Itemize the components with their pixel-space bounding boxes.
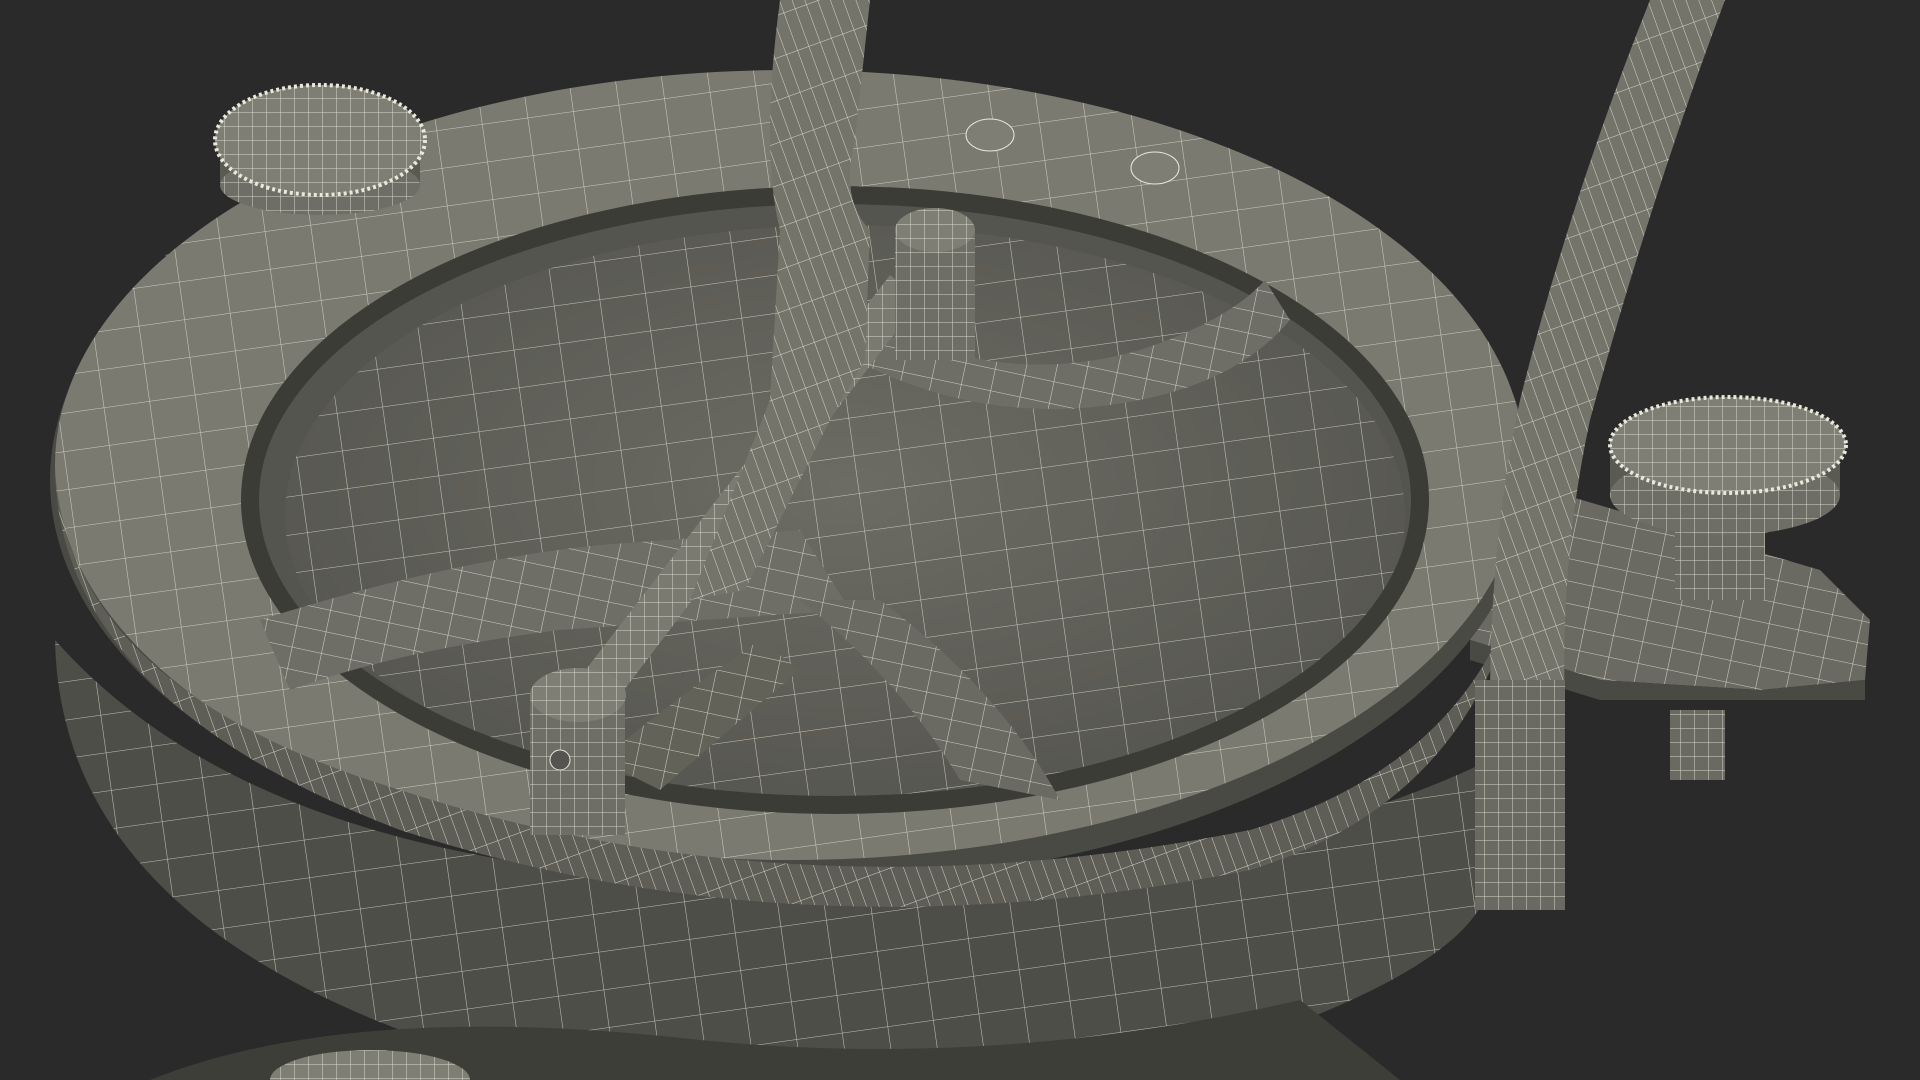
stand-foot <box>1670 710 1725 780</box>
knob-top-left <box>213 83 427 215</box>
rear-post <box>895 208 975 360</box>
render-viewport <box>0 0 1920 1080</box>
front-post <box>530 668 626 835</box>
wireframe-render <box>0 0 1920 1080</box>
